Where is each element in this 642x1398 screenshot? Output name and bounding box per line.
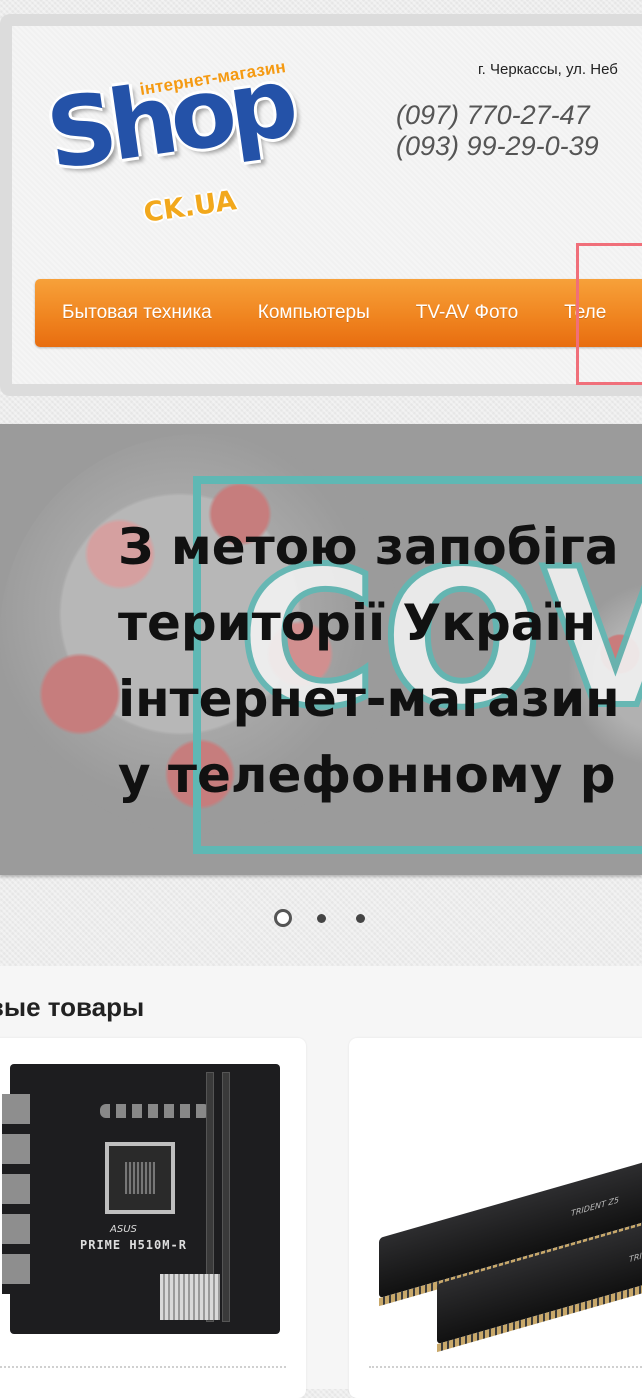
image-brand: ASUS — [110, 1224, 137, 1235]
main-nav: Бытовая техника Компьютеры TV-AV Фото Те… — [35, 279, 642, 347]
banner-line: території Україн — [118, 594, 597, 652]
image-model-text: PRIME H510M-R — [80, 1238, 187, 1252]
io-ports — [2, 1094, 30, 1294]
card-divider — [0, 1366, 286, 1368]
nav-item-computers[interactable]: Компьютеры — [235, 302, 393, 324]
nav-focus-highlight — [576, 243, 642, 385]
ram-slot — [222, 1072, 230, 1322]
site-logo[interactable]: інтернет-магазин Shop CK.UA — [40, 47, 308, 250]
banner-message: З метою запобіга території Україн інтерн… — [118, 509, 620, 813]
section-title: овые товары — [0, 992, 145, 1022]
product-card[interactable]: TRIDENT Z5 TRIDENT Z5 — [349, 1038, 642, 1398]
image-model-text: TRIDENT Z5 — [570, 1195, 619, 1219]
banner-line: у телефонному р — [118, 746, 616, 804]
phone-number[interactable]: (093) 99-29-0-39 — [396, 131, 599, 162]
logo-domain: CK.UA — [141, 185, 239, 229]
phone-number[interactable]: (097) 770-27-47 — [396, 100, 599, 131]
logo-word: Shop — [40, 46, 298, 192]
image-model-text: TRIDENT Z5 — [628, 1241, 642, 1265]
heatsink — [160, 1274, 220, 1320]
nav-item-appliances[interactable]: Бытовая техника — [35, 302, 235, 324]
banner-line: З метою запобіга — [118, 518, 619, 576]
store-address: г. Черкассы, ул. Неб — [478, 61, 618, 78]
capacitors — [100, 1104, 210, 1118]
new-products-section: овые товары ASUS PRIME H510M-R TRIDENT Z… — [0, 966, 642, 1398]
banner-line: інтернет-магазин — [118, 670, 620, 728]
slider-dot[interactable] — [317, 914, 326, 923]
motherboard-image[interactable]: ASUS PRIME H510M-R — [2, 1064, 280, 1334]
card-divider — [369, 1366, 642, 1368]
phone-list: (097) 770-27-47 (093) 99-29-0-39 — [396, 100, 599, 162]
cpu-socket — [105, 1142, 175, 1214]
product-card[interactable]: ASUS PRIME H510M-R — [0, 1038, 306, 1398]
slider-dot-active[interactable] — [274, 909, 292, 927]
promo-banner[interactable]: COV З метою запобіга території Україн ін… — [0, 424, 642, 875]
slider-pagination — [0, 908, 642, 928]
slider-dot[interactable] — [356, 914, 365, 923]
nav-item-tv-av-photo[interactable]: TV-AV Фото — [393, 302, 541, 324]
